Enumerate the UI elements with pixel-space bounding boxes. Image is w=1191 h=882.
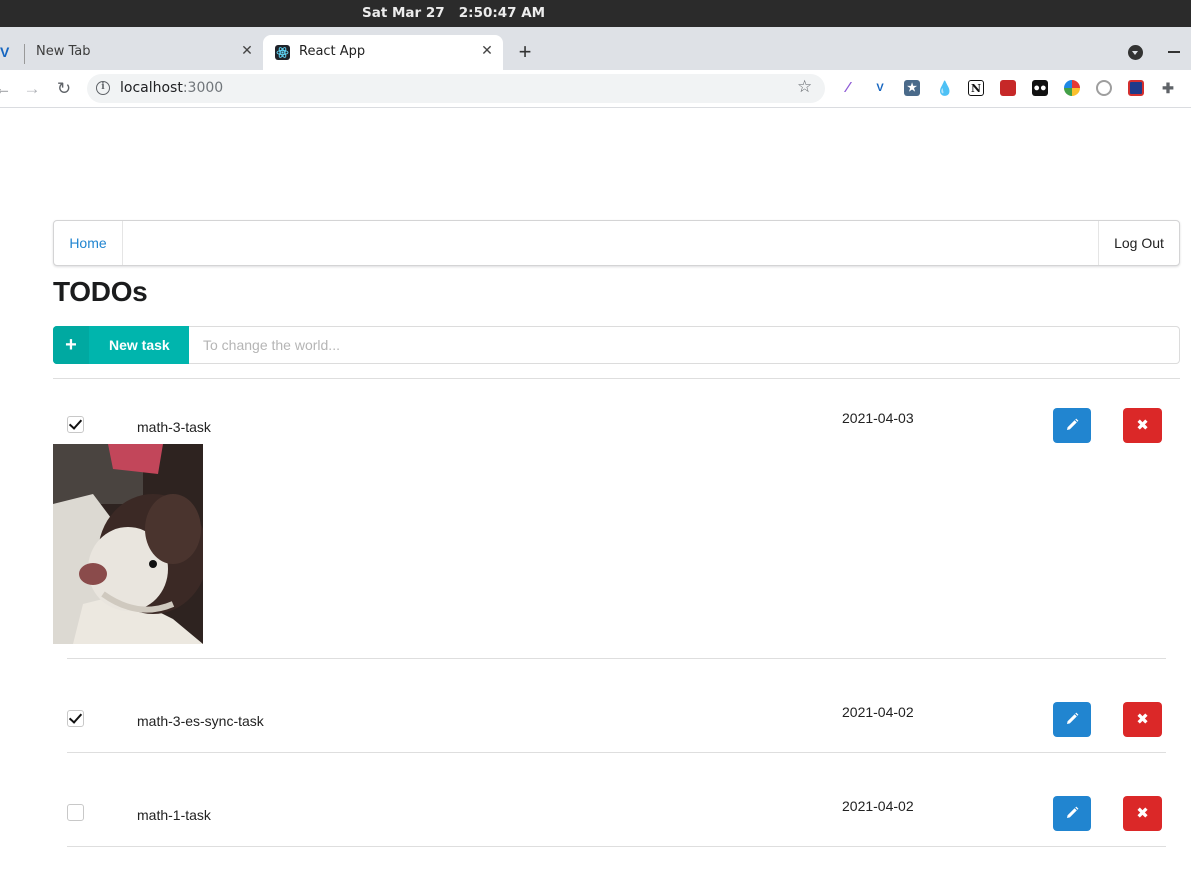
puzzle-icon[interactable]: ✚ xyxy=(1160,80,1176,96)
delete-button[interactable]: ✖ xyxy=(1123,408,1162,443)
forward-arrow-icon[interactable]: → xyxy=(21,78,43,100)
system-clock[interactable]: Sat Mar 27 2:50:47 AM xyxy=(362,5,545,21)
pencil-icon xyxy=(1067,712,1079,724)
spiral-icon[interactable] xyxy=(1096,80,1112,96)
reload-icon[interactable]: ↻ xyxy=(53,78,75,100)
row-divider xyxy=(67,752,1166,753)
done-checkbox[interactable] xyxy=(67,710,84,727)
close-icon[interactable]: ✕ xyxy=(238,42,256,60)
vuetify-icon[interactable]: V xyxy=(0,44,9,60)
new-tab-button[interactable]: + xyxy=(514,41,536,63)
new-task-label: New task xyxy=(109,337,170,353)
url-text[interactable]: localhost:3000 xyxy=(120,80,223,96)
logout-button[interactable]: Log Out xyxy=(1098,221,1179,265)
task-date: 2021-04-02 xyxy=(842,704,914,720)
star-box-icon[interactable]: ★ xyxy=(904,80,920,96)
info-icon[interactable]: i xyxy=(96,81,110,95)
shield-icon[interactable] xyxy=(1128,80,1144,96)
close-icon: ✖ xyxy=(1136,710,1149,728)
browser-toolbar: ← → ↻ i localhost:3000 ☆ ⁄ V ★ 💧 N ●● ✚ xyxy=(0,70,1191,108)
edit-button[interactable] xyxy=(1053,408,1091,443)
feather-icon[interactable]: ⁄ xyxy=(840,80,856,96)
vuetify-icon[interactable]: V xyxy=(872,80,888,96)
tab-strip: V New Tab ✕ React App ✕ + xyxy=(0,27,1191,70)
pencil-icon xyxy=(1067,806,1079,818)
app-navbar: Home Log Out xyxy=(53,220,1180,266)
row-divider xyxy=(67,846,1166,847)
pencil-icon xyxy=(1067,418,1079,430)
react-icon xyxy=(275,45,290,60)
nav-home-link[interactable]: Home xyxy=(54,221,123,265)
close-icon[interactable]: ✕ xyxy=(478,42,496,60)
edit-button[interactable] xyxy=(1053,796,1091,831)
task-date: 2021-04-03 xyxy=(842,410,914,426)
delete-button[interactable]: ✖ xyxy=(1123,702,1162,737)
back-arrow-icon[interactable]: ← xyxy=(0,78,14,100)
notion-icon[interactable]: N xyxy=(968,80,984,96)
close-icon: ✖ xyxy=(1136,416,1149,434)
edit-button[interactable] xyxy=(1053,702,1091,737)
task-date: 2021-04-02 xyxy=(842,798,914,814)
task-name: math-3-es-sync-task xyxy=(137,713,264,729)
task-attachment-image xyxy=(53,444,203,644)
drop-icon[interactable]: 💧 xyxy=(936,80,953,96)
tab-new-tab[interactable]: New Tab ✕ xyxy=(20,35,262,70)
done-checkbox[interactable] xyxy=(67,416,84,433)
plus-icon: + xyxy=(53,326,89,364)
close-icon: ✖ xyxy=(1136,804,1149,822)
tab-search-icon[interactable] xyxy=(1128,45,1143,60)
row-divider xyxy=(67,658,1166,659)
os-top-bar: Sat Mar 27 2:50:47 AM xyxy=(0,0,1191,27)
pinwheel-icon[interactable] xyxy=(1064,80,1080,96)
task-name: math-3-task xyxy=(137,419,211,435)
minimize-icon[interactable] xyxy=(1168,51,1180,53)
rabbit-icon[interactable]: ●● xyxy=(1032,80,1048,96)
address-bar[interactable]: i localhost:3000 ☆ xyxy=(87,74,825,103)
divider xyxy=(53,378,1180,379)
tab-title: New Tab xyxy=(36,44,91,59)
delete-button[interactable]: ✖ xyxy=(1123,796,1162,831)
book-icon[interactable] xyxy=(1000,80,1016,96)
bookmark-star-icon[interactable]: ☆ xyxy=(797,77,812,97)
task-name: math-1-task xyxy=(137,807,211,823)
page-title: TODOs xyxy=(53,276,148,307)
tab-title: React App xyxy=(299,44,366,59)
new-task-button[interactable]: + New task xyxy=(53,326,189,364)
tab-react-app[interactable]: React App ✕ xyxy=(263,35,503,70)
done-checkbox[interactable] xyxy=(67,804,84,821)
new-task-input[interactable] xyxy=(189,326,1180,364)
